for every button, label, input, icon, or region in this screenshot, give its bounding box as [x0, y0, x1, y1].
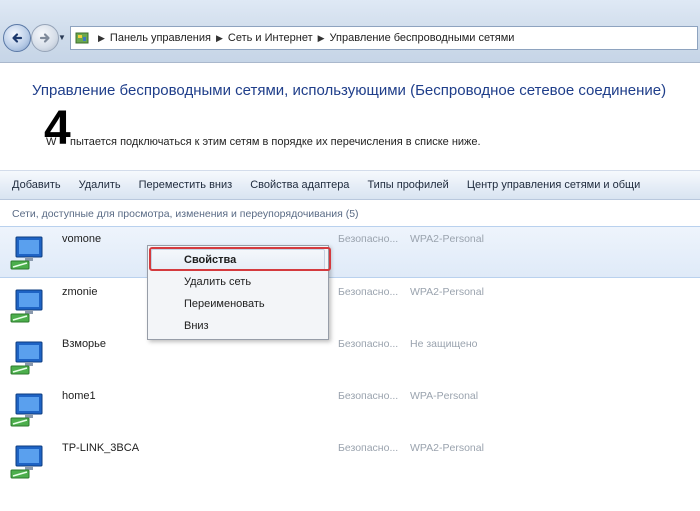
list-item[interactable]: zmonie Безопасно... WPA2-Personal [0, 280, 700, 330]
highlight-annotation [149, 247, 331, 271]
network-type: WPA2-Personal [410, 442, 484, 454]
address-bar: ▼ ▶ Панель управления ▶ Сеть и Интернет … [0, 0, 700, 63]
recent-pages-dropdown[interactable]: ▼ [58, 33, 66, 42]
breadcrumb-network-internet[interactable]: Сеть и Интернет [228, 32, 313, 44]
remove-button[interactable]: Удалить [70, 179, 130, 191]
breadcrumb[interactable]: ▶ Панель управления ▶ Сеть и Интернет ▶ … [70, 26, 698, 50]
network-name: home1 [62, 390, 96, 402]
menu-item-move-down[interactable]: Вниз [184, 320, 209, 332]
adapter-properties-button[interactable]: Свойства адаптера [241, 179, 358, 191]
list-item[interactable]: home1 Безопасно... WPA-Personal [0, 384, 700, 434]
move-down-button[interactable]: Переместить вниз [130, 179, 242, 191]
command-toolbar: Добавить Удалить Переместить вниз Свойст… [0, 170, 700, 200]
control-panel-icon [75, 32, 89, 44]
back-arrow-icon [12, 33, 23, 43]
profile-types-button[interactable]: Типы профилей [358, 179, 457, 191]
breadcrumb-control-panel[interactable]: Панель управления [110, 32, 211, 44]
add-button[interactable]: Добавить [0, 179, 70, 191]
wireless-network-icon [10, 236, 43, 270]
wireless-network-icon [10, 289, 43, 323]
menu-item-remove-network[interactable]: Удалить сеть [184, 276, 251, 288]
network-name: TP-LINK_3BCA [62, 442, 140, 454]
list-item[interactable]: Взморье Безопасно... Не защищено [0, 332, 700, 382]
network-center-button[interactable]: Центр управления сетями и общи [458, 179, 649, 191]
forward-arrow-icon [39, 33, 50, 43]
network-security: Безопасно... [338, 442, 399, 454]
menu-item-rename[interactable]: Переименовать [184, 298, 265, 310]
wireless-network-icon [10, 445, 43, 479]
wireless-network-icon [10, 393, 43, 427]
forward-button[interactable] [31, 24, 59, 52]
list-item[interactable]: TP-LINK_3BCA Безопасно... WPA2-Personal [0, 436, 700, 486]
network-type: WPA2-Personal [410, 233, 484, 245]
step-number-annotation: 4 [44, 102, 71, 155]
group-header: Сети, доступные для просмотра, изменения… [12, 208, 359, 220]
network-name: Взморье [62, 338, 107, 350]
breadcrumb-separator: ▶ [98, 32, 105, 43]
breadcrumb-separator: ▶ [317, 32, 325, 43]
page-title: Управление беспроводными сетями, использ… [32, 82, 667, 99]
page-description: пытается подключаться к этим сетям в пор… [70, 136, 481, 148]
network-type: WPA-Personal [410, 390, 479, 402]
network-security: Безопасно... [338, 286, 399, 298]
wireless-network-icon [10, 341, 43, 375]
network-security: Безопасно... [338, 233, 399, 245]
breadcrumb-separator: ▶ [215, 32, 223, 43]
network-name: vomone [62, 233, 102, 245]
list-item[interactable]: vomone Безопасно... WPA2-Personal [0, 226, 700, 278]
network-name: zmonie [62, 286, 98, 298]
back-button[interactable] [3, 24, 31, 52]
network-type: WPA2-Personal [410, 286, 484, 298]
network-security: Безопасно... [338, 390, 399, 402]
network-type: Не защищено [410, 338, 478, 350]
breadcrumb-wireless-networks[interactable]: Управление беспроводными сетями [330, 32, 515, 44]
network-security: Безопасно... [338, 338, 399, 350]
